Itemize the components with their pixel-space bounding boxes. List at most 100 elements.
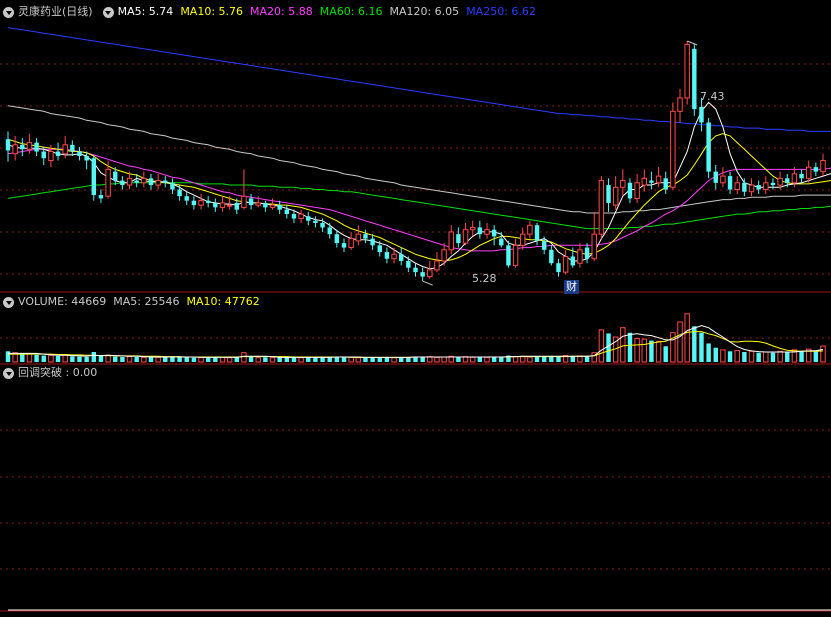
volume-bar-11 (84, 357, 89, 362)
volume-bar-69 (499, 357, 504, 362)
candle-55 (398, 247, 404, 266)
ma-label-0: MA5: 5.74 (117, 5, 174, 18)
candle-74 (534, 223, 540, 246)
candle-30 (219, 196, 226, 212)
volume-bar-71 (512, 356, 519, 363)
grid-lines (0, 63, 831, 570)
candle-body-10 (77, 151, 82, 156)
candle-106 (763, 176, 769, 194)
candle-114 (820, 153, 826, 177)
stock-name: 灵康药业(日线) (18, 5, 93, 18)
low-pointer (422, 280, 433, 286)
ma-label-4: MA120: 6.05 (389, 5, 460, 18)
volume-bar-108 (777, 350, 783, 363)
volume-bar-92 (663, 346, 668, 362)
candle-body-80 (577, 249, 583, 264)
candle-body-39 (284, 209, 290, 215)
candle-body-15 (113, 171, 118, 181)
candle-body-105 (756, 185, 761, 190)
candle-body-70 (506, 245, 511, 266)
candle-body-19 (141, 177, 147, 184)
candle-38 (277, 200, 282, 215)
candle-94 (677, 89, 683, 123)
candle-body-0 (5, 139, 11, 151)
candle-76 (549, 245, 554, 266)
candle-body-42 (306, 216, 311, 221)
volume-bar-65 (469, 356, 476, 363)
candle-body-79 (570, 256, 575, 266)
candle-body-68 (491, 229, 497, 237)
candle-19 (141, 171, 147, 188)
candle-51 (370, 234, 375, 250)
candle-body-89 (641, 177, 647, 186)
volume-bar-91 (655, 340, 662, 363)
candle-body-43 (313, 220, 318, 223)
volume-bar-49 (355, 357, 362, 363)
candle-9 (70, 140, 75, 156)
volume-bar-32 (234, 357, 239, 362)
candle-body-9 (70, 144, 75, 152)
candle-body-72 (520, 233, 526, 246)
candle-69 (499, 231, 504, 248)
candle-98 (706, 118, 711, 179)
candle-body-112 (805, 166, 812, 179)
candle-83 (598, 176, 605, 239)
candle-body-29 (213, 202, 218, 208)
volume-bar-34 (248, 357, 254, 362)
ma-dropdown-icon[interactable] (102, 6, 114, 18)
candle-29 (213, 198, 218, 212)
candle-body-2 (20, 144, 25, 150)
candle-66 (477, 220, 483, 239)
candle-body-41 (298, 213, 304, 220)
volume-bar-8 (62, 354, 68, 363)
candle-body-24 (177, 189, 182, 197)
financial-report-badge[interactable]: 财 (564, 280, 579, 294)
candle-22 (163, 176, 168, 188)
volume-bar-79 (570, 356, 575, 362)
volume-bar-50 (363, 357, 368, 362)
volume-bar-60 (434, 356, 440, 363)
panel-separators (0, 291, 831, 612)
candle-102 (734, 176, 740, 194)
candle-4 (34, 138, 39, 156)
volume-bar-7 (55, 355, 61, 362)
candle-body-22 (163, 180, 168, 183)
candle-body-104 (748, 184, 755, 193)
volume-bar-9 (70, 356, 75, 362)
candle-57 (413, 263, 418, 277)
candle-body-1 (12, 144, 18, 155)
candle-body-31 (226, 204, 233, 207)
candle-92 (663, 171, 668, 194)
candle-48 (348, 231, 354, 250)
candle-body-13 (98, 195, 104, 199)
candle-body-54 (391, 253, 397, 260)
candle-62 (448, 225, 454, 255)
candle-body-111 (799, 173, 804, 179)
candle-body-58 (420, 272, 425, 277)
dropdown-icon[interactable] (3, 6, 14, 18)
candle-body-47 (341, 243, 347, 248)
candle-body-60 (434, 260, 440, 271)
volume-bar-83 (598, 329, 605, 363)
volume-bar-36 (263, 357, 268, 362)
candle-body-18 (134, 180, 139, 183)
ma-label-5: MA250: 6.62 (466, 5, 536, 18)
candle-body-78 (562, 256, 569, 273)
candle-body-36 (263, 202, 268, 208)
candle-42 (306, 211, 311, 226)
candle-41 (298, 209, 304, 223)
candle-body-12 (91, 158, 97, 196)
indicator-dropdown-icon[interactable] (3, 367, 14, 379)
candle-72 (520, 227, 526, 250)
volume-bar-100 (720, 349, 726, 363)
candle-112 (805, 160, 812, 183)
candle-53 (384, 247, 390, 264)
candle-body-34 (248, 198, 254, 206)
volume-bar-80 (577, 355, 583, 363)
candle-body-108 (777, 177, 783, 186)
candle-body-30 (219, 202, 226, 208)
volume-bar-22 (163, 357, 168, 362)
volume-bar-20 (148, 357, 154, 362)
candle-0 (5, 131, 11, 162)
volume-dropdown-icon[interactable] (3, 296, 14, 308)
